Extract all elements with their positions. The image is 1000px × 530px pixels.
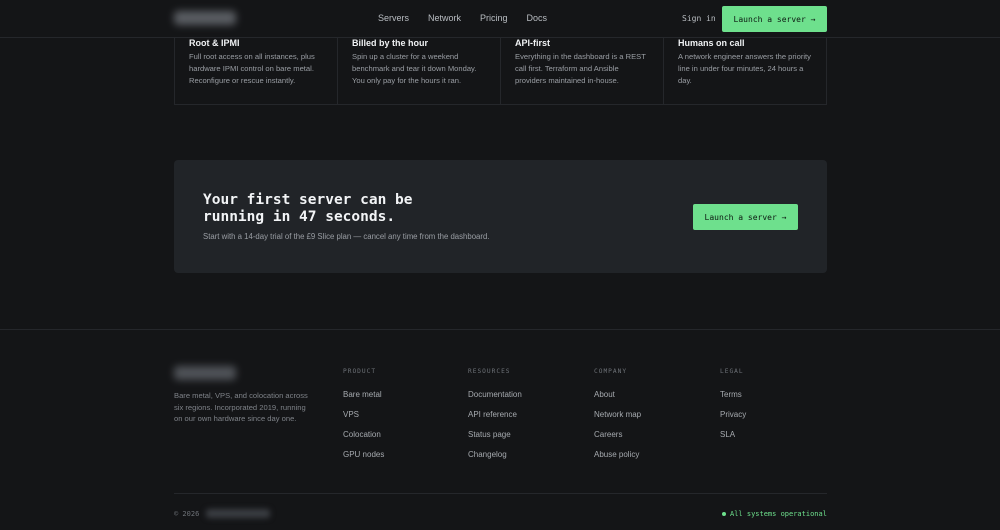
feature-title: Root & IPMI bbox=[189, 38, 240, 48]
status-dot-icon bbox=[722, 512, 726, 516]
footer-column-resources: RESOURCES Documentation API reference St… bbox=[468, 368, 522, 469]
cta-subtext: Start with a 14-day trial of the £9 Slic… bbox=[203, 232, 490, 241]
footer-link[interactable]: Network map bbox=[594, 409, 641, 429]
nav-docs[interactable]: Docs bbox=[527, 13, 548, 23]
footer-link[interactable]: Abuse policy bbox=[594, 449, 641, 469]
footer-link[interactable]: Documentation bbox=[468, 389, 522, 409]
footer-description: Bare metal, VPS, and colocation across s… bbox=[174, 391, 308, 423]
sign-in-link[interactable]: Sign in bbox=[682, 14, 716, 23]
system-status-label: All systems operational bbox=[730, 510, 827, 518]
launch-server-button[interactable]: Launch a server → bbox=[722, 6, 827, 32]
feature-grid: Root & IPMI Full root access on all inst… bbox=[174, 38, 827, 105]
copyright-text: © 2026 bbox=[174, 510, 200, 518]
feature-card: API-first Everything in the dashboard is… bbox=[501, 38, 664, 104]
feature-description: A network engineer answers the priority … bbox=[678, 52, 811, 85]
footer-heading: COMPANY bbox=[594, 368, 628, 375]
feature-description: Everything in the dashboard is a REST ca… bbox=[515, 52, 646, 85]
footer-heading: PRODUCT bbox=[343, 368, 377, 375]
footer-link[interactable]: Terms bbox=[720, 389, 746, 409]
system-status[interactable]: All systems operational bbox=[722, 510, 827, 518]
footer-link[interactable]: Status page bbox=[468, 429, 522, 449]
footer-bottom-divider bbox=[174, 493, 827, 494]
footer-heading: LEGAL bbox=[720, 368, 744, 375]
footer-link[interactable]: GPU nodes bbox=[343, 449, 384, 469]
footer-link[interactable]: About bbox=[594, 389, 641, 409]
nav-network[interactable]: Network bbox=[428, 13, 461, 23]
footer-divider bbox=[0, 329, 1000, 330]
feature-description: Full root access on all instances, plus … bbox=[189, 52, 315, 85]
footer-column-legal: LEGAL Terms Privacy SLA bbox=[720, 368, 746, 449]
cta-launch-server-button[interactable]: Launch a server → bbox=[693, 204, 798, 230]
footer-heading: RESOURCES bbox=[468, 368, 511, 375]
footer-column-company: COMPANY About Network map Careers Abuse … bbox=[594, 368, 641, 469]
feature-card: Humans on call A network engineer answer… bbox=[664, 38, 827, 104]
copyright-company-name bbox=[206, 509, 270, 518]
feature-card: Root & IPMI Full root access on all inst… bbox=[175, 38, 338, 104]
feature-description: Spin up a cluster for a weekend benchmar… bbox=[352, 52, 477, 85]
footer-link[interactable]: Careers bbox=[594, 429, 641, 449]
main-nav: Servers Network Pricing Docs bbox=[378, 13, 547, 23]
feature-card: Billed by the hour Spin up a cluster for… bbox=[338, 38, 501, 104]
brand-logo[interactable] bbox=[174, 11, 236, 25]
cta-heading: Your first server can be running in 47 s… bbox=[203, 192, 503, 226]
footer-link[interactable]: API reference bbox=[468, 409, 522, 429]
footer-column-product: PRODUCT Bare metal VPS Colocation GPU no… bbox=[343, 368, 384, 469]
footer-link[interactable]: Bare metal bbox=[343, 389, 384, 409]
nav-servers[interactable]: Servers bbox=[378, 13, 409, 23]
cta-heading-line2: running in 47 seconds. bbox=[203, 209, 396, 225]
footer-link[interactable]: SLA bbox=[720, 429, 746, 449]
feature-title: API-first bbox=[515, 38, 551, 48]
footer-link[interactable]: Privacy bbox=[720, 409, 746, 429]
footer-link[interactable]: Changelog bbox=[468, 449, 522, 469]
footer-link[interactable]: VPS bbox=[343, 409, 384, 429]
feature-title: Billed by the hour bbox=[352, 38, 429, 48]
cta-heading-line1: Your first server can be bbox=[203, 192, 413, 208]
cta-panel: Your first server can be running in 47 s… bbox=[174, 160, 827, 273]
footer-link[interactable]: Colocation bbox=[343, 429, 384, 449]
top-navbar: Servers Network Pricing Docs Sign in Lau… bbox=[0, 0, 1000, 38]
feature-title: Humans on call bbox=[678, 38, 745, 48]
footer-logo[interactable] bbox=[174, 366, 236, 380]
nav-pricing[interactable]: Pricing bbox=[480, 13, 508, 23]
